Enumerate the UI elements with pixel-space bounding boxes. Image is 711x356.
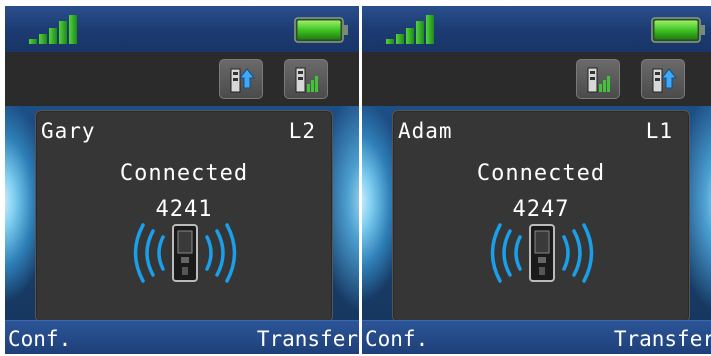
signal-meter-button[interactable]: [284, 59, 328, 99]
call-number: 4241: [155, 197, 213, 222]
status-bar: [362, 6, 711, 53]
line-label: L1: [645, 119, 673, 143]
softkey-bar: Conf. Transfer: [5, 320, 359, 354]
wireless-handset-icon: [133, 223, 237, 283]
caller-name: Adam: [398, 119, 453, 143]
call-info-card: Gary L2 Connected 4241: [35, 110, 333, 322]
battery-icon: [651, 17, 705, 43]
signal-meter-button[interactable]: [576, 59, 620, 99]
call-info-card: Adam L1 Connected 4247: [392, 110, 690, 322]
signal-bars-icon: [295, 67, 318, 93]
toolbar: [362, 52, 711, 106]
status-bar: [5, 6, 359, 53]
contacts-up-button[interactable]: [641, 59, 685, 99]
signal-strength-icon: [29, 15, 77, 44]
call-number: 4247: [512, 197, 570, 222]
signal-bars-icon: [587, 67, 610, 93]
line-label: L2: [288, 119, 316, 143]
contacts-up-icon: [230, 68, 256, 93]
wireless-handset-icon: [490, 223, 594, 283]
contacts-up-icon: [652, 68, 678, 93]
contacts-up-button[interactable]: [219, 59, 263, 99]
conference-softkey[interactable]: Conf.: [365, 327, 428, 351]
transfer-softkey[interactable]: Transfer: [257, 327, 358, 351]
handset-screen-2: Adam L1 Connected 4247 Conf. Transfer: [362, 6, 711, 354]
signal-strength-icon: [386, 15, 434, 44]
handset-screen-1: Gary L2 Connected 4241 Conf. Transfer: [5, 6, 359, 354]
call-status: Connected: [476, 161, 606, 186]
softkey-bar: Conf. Transfer: [362, 320, 711, 354]
caller-name: Gary: [41, 119, 96, 143]
battery-icon: [294, 17, 348, 43]
conference-softkey[interactable]: Conf.: [8, 327, 71, 351]
call-status: Connected: [119, 161, 249, 186]
toolbar: [5, 52, 359, 106]
transfer-softkey[interactable]: Transfer: [614, 327, 711, 351]
